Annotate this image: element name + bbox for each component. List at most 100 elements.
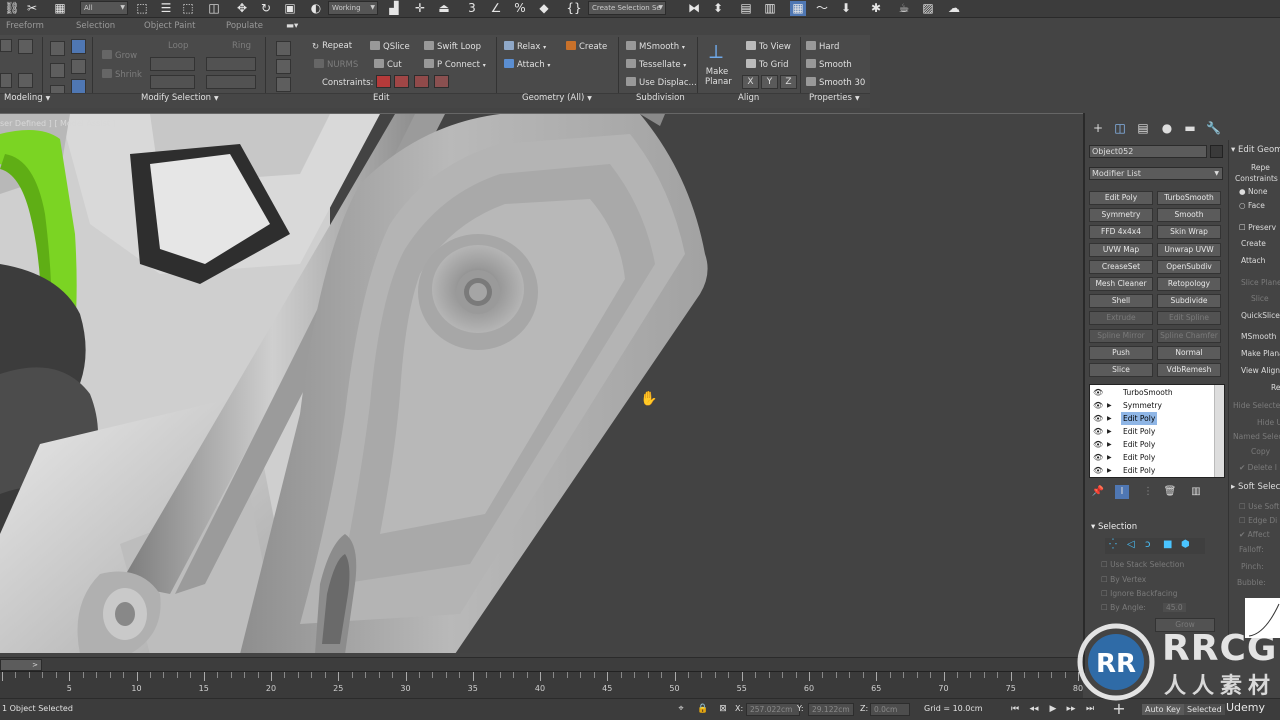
ring-shift-control[interactable]: [206, 57, 256, 71]
msmooth-button[interactable]: MSmooth ▾: [626, 41, 685, 52]
select-manipulate-icon[interactable]: ✛: [412, 1, 428, 16]
align-panel-label[interactable]: Align: [738, 93, 759, 107]
polygon-level-icon[interactable]: ■: [1163, 539, 1172, 550]
polygon-mode-button[interactable]: [18, 73, 33, 88]
angle-snap-icon[interactable]: ∠: [488, 1, 504, 16]
constraint-face-button[interactable]: [414, 75, 429, 88]
spinner-snap-icon[interactable]: ◆: [536, 1, 552, 16]
expand-arrow-icon[interactable]: ▶: [1107, 399, 1112, 412]
select-object-icon[interactable]: ⬚: [134, 1, 150, 16]
by-vertex-checkbox[interactable]: ☐ By Vertex: [1101, 575, 1146, 584]
layer-explorer-icon[interactable]: ▥: [762, 1, 778, 16]
delete-isolated-checkbox[interactable]: ✔ Delete I: [1239, 463, 1277, 472]
rectangular-selection-icon[interactable]: ⬚: [180, 1, 196, 16]
snaps-toggle-icon[interactable]: 3: [464, 1, 480, 16]
p-connect-button[interactable]: P Connect ▾: [424, 59, 486, 70]
hide-selected-button[interactable]: Hide Selecte: [1233, 401, 1280, 410]
by-angle-button[interactable]: [71, 59, 86, 74]
modifier-stack[interactable]: 👁 TurboSmooth 👁 ▶ Symmetry 👁 ▶ Edit Poly 👁 ▶ Edit …: [1089, 384, 1225, 478]
make-unique-icon[interactable]: ⋮: [1141, 485, 1155, 499]
make-planar-geom-button[interactable]: Make Plana: [1241, 349, 1280, 358]
go-to-end-icon[interactable]: ⏭: [1083, 702, 1097, 716]
modifier-list-dropdown[interactable]: Modifier List ▼: [1089, 167, 1223, 180]
x-coord-field[interactable]: 257.022cm: [746, 703, 800, 716]
move-icon[interactable]: ✥: [234, 1, 250, 16]
align-z-button[interactable]: Z: [780, 75, 797, 89]
previous-frame-icon[interactable]: ◂◂: [1027, 702, 1041, 716]
object-name-field[interactable]: Object052: [1089, 145, 1207, 158]
by-vertex-button[interactable]: [71, 39, 86, 54]
modifier-button[interactable]: Extrude: [1089, 311, 1153, 326]
named-selection-dropdown[interactable]: Create Selection Se ▼: [588, 1, 666, 15]
modifier-button[interactable]: Shell: [1089, 294, 1153, 309]
pin-stack-icon[interactable]: 📌: [1091, 485, 1105, 499]
qslice-button[interactable]: QSlice: [370, 41, 410, 52]
copy-button[interactable]: Copy: [1251, 447, 1270, 456]
spin-button[interactable]: [276, 77, 291, 92]
modifier-button[interactable]: Edit Spline: [1157, 311, 1221, 326]
attach-geom-button[interactable]: Attach: [1241, 256, 1265, 265]
add-time-tag-icon[interactable]: +: [1112, 701, 1126, 717]
render-setup-icon[interactable]: ☕: [896, 1, 912, 16]
properties-panel-label[interactable]: Properties ▼: [809, 93, 860, 107]
relax-geom-button[interactable]: Re: [1271, 383, 1280, 392]
repeat-last-button[interactable]: Repe: [1251, 163, 1270, 172]
show-end-result-icon[interactable]: I: [1115, 485, 1129, 499]
constraint-none-button[interactable]: [376, 75, 391, 88]
modifier-button[interactable]: VdbRemesh: [1157, 363, 1221, 377]
by-angle-checkbox[interactable]: ☐ By Angle:: [1101, 603, 1146, 612]
ribbon-options-icon[interactable]: ▬▾: [286, 21, 298, 31]
use-soft-selection-button[interactable]: [50, 41, 65, 56]
ignore-backfacing-button[interactable]: [50, 63, 65, 78]
visibility-eye-icon[interactable]: 👁: [1093, 464, 1103, 477]
make-planar-icon[interactable]: ⟂: [706, 39, 726, 63]
hierarchy-tab-icon[interactable]: ▤: [1136, 121, 1150, 135]
slice-button[interactable]: Slice: [1251, 294, 1269, 303]
absolute-mode-icon[interactable]: ⊠: [716, 702, 730, 716]
tweak-button[interactable]: [276, 59, 291, 74]
create-geom-button[interactable]: Create: [1241, 239, 1266, 248]
modifier-button[interactable]: UVW Map: [1089, 242, 1153, 257]
modifier-button[interactable]: CreaseSet: [1089, 259, 1153, 274]
stack-item[interactable]: 👁 ▶ Edit Poly: [1090, 412, 1214, 425]
link-icon[interactable]: ⛓: [4, 1, 20, 16]
smooth30-button[interactable]: Smooth 30: [806, 77, 865, 88]
use-displace-button[interactable]: Use Displac...: [626, 77, 697, 88]
repeat-button[interactable]: ↻ Repeat: [312, 41, 352, 52]
edit-geometry-title[interactable]: ▾ Edit Geom: [1231, 145, 1280, 155]
tab-freeform[interactable]: Freeform: [6, 21, 44, 31]
border-level-icon[interactable]: ↄ: [1145, 539, 1151, 550]
expand-arrow-icon[interactable]: ▶: [1107, 464, 1112, 477]
modifier-button[interactable]: Unwrap UVW: [1157, 242, 1221, 257]
view-align-button[interactable]: View Align: [1241, 366, 1280, 375]
expand-arrow-icon[interactable]: ▶: [1107, 425, 1112, 438]
preserve-uvs-checkbox[interactable]: ☐ Preserv: [1239, 223, 1276, 232]
toggle-ribbon-icon[interactable]: ▦: [790, 1, 806, 16]
select-by-name-icon[interactable]: ☰: [158, 1, 174, 16]
vertex-mode-button[interactable]: [0, 39, 12, 52]
modifier-button[interactable]: Mesh Cleaner: [1089, 277, 1153, 291]
render-icon[interactable]: ☁: [946, 1, 962, 16]
swift-loop-button[interactable]: Swift Loop: [424, 41, 481, 52]
msmooth-geom-button[interactable]: MSmooth: [1241, 332, 1276, 341]
stack-scrollbar[interactable]: [1214, 385, 1224, 477]
reference-coordinate-dropdown[interactable]: Working ▼: [328, 1, 378, 15]
to-grid-button[interactable]: To Grid: [746, 59, 789, 70]
modifier-button[interactable]: OpenSubdiv: [1157, 259, 1221, 274]
border-mode-button[interactable]: [0, 73, 12, 88]
utilities-tab-icon[interactable]: 🔧: [1206, 121, 1221, 135]
selection-lock-icon[interactable]: 🔒: [696, 702, 710, 716]
constraint-face-radio[interactable]: ○ Face: [1239, 201, 1265, 210]
edit-panel-label[interactable]: Edit: [373, 93, 389, 107]
scene-explorer-icon[interactable]: ▤: [738, 1, 754, 16]
edge-level-icon[interactable]: ◁: [1127, 539, 1135, 550]
next-frame-icon[interactable]: ▸▸: [1064, 702, 1078, 716]
modifier-button[interactable]: Symmetry: [1089, 208, 1153, 223]
modifier-button[interactable]: TurboSmooth: [1157, 191, 1221, 205]
constraint-normal-button[interactable]: [434, 75, 449, 88]
use-soft-selection-checkbox[interactable]: ☐ Use Soft: [1239, 502, 1279, 511]
element-level-icon[interactable]: ⬢: [1181, 539, 1190, 550]
preserve-uvs-button[interactable]: [276, 41, 291, 56]
align-y-button[interactable]: Y: [761, 75, 778, 89]
edge-distance-checkbox[interactable]: ☐ Edge Di: [1239, 516, 1277, 525]
